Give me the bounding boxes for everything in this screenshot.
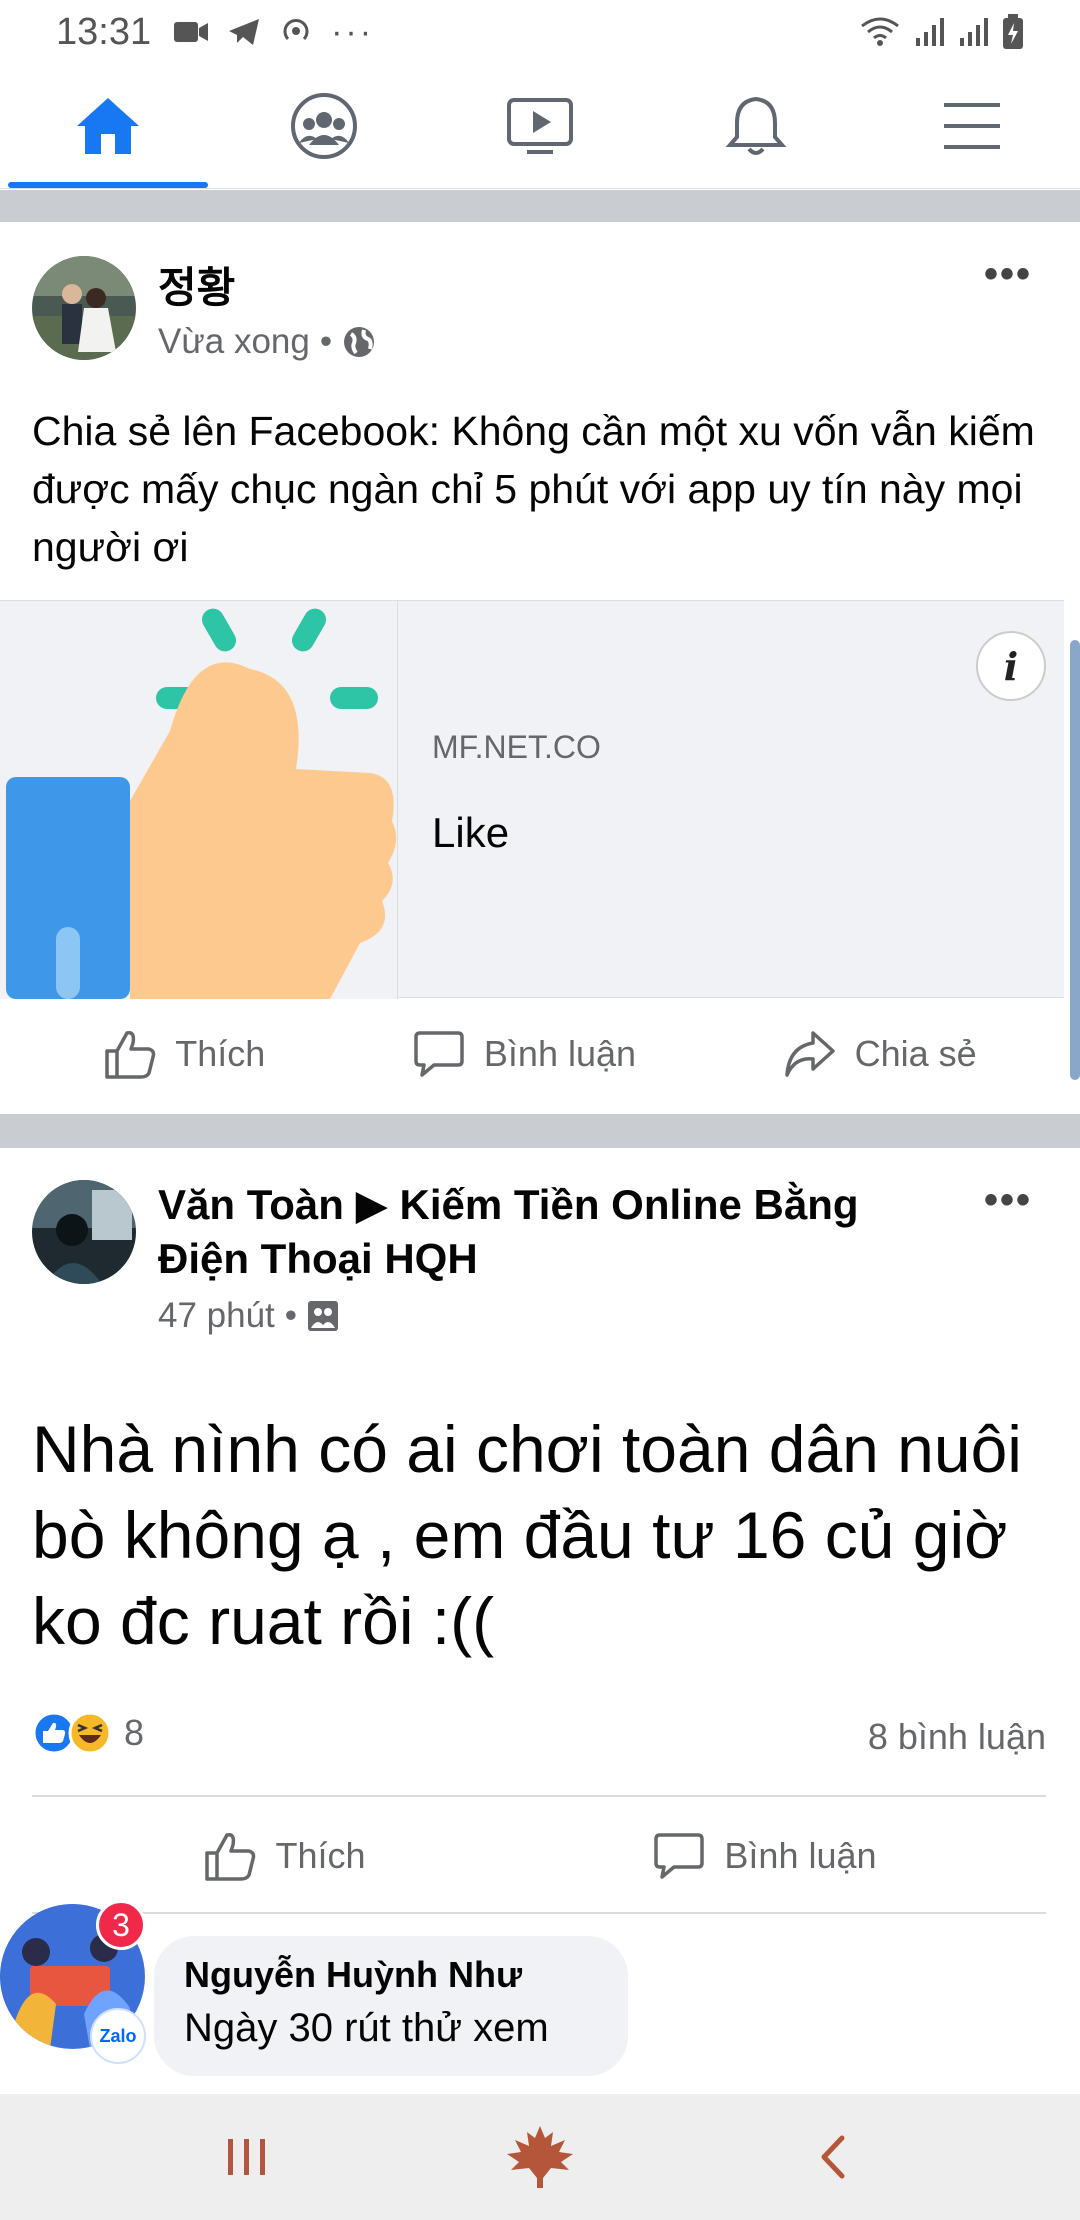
- like-button[interactable]: Thích: [203, 1829, 366, 1883]
- reaction-summary[interactable]: 8: [32, 1711, 144, 1755]
- comment-label: Bình luận: [483, 1033, 637, 1074]
- share-label: Chia sẻ: [854, 1033, 977, 1074]
- post-meta: Vừa xong •: [158, 322, 376, 362]
- back-icon: [821, 2135, 845, 2179]
- chat-head[interactable]: 3 Zalo: [0, 1900, 146, 2064]
- post-time[interactable]: 47 phút: [158, 1296, 275, 1336]
- status-bar: 13:31 ···: [0, 0, 1080, 64]
- wifi-icon: [861, 17, 899, 46]
- home-icon: [77, 98, 139, 154]
- chat-sender: Nguyễn Huỳnh Như: [184, 1954, 523, 1995]
- telegram-icon: [229, 19, 260, 45]
- post-card: 정황 Vừa xong • ••• Chia sẻ lên Facebook: …: [0, 222, 1080, 1112]
- like-label: Thích: [275, 1835, 366, 1876]
- menu-icon: [944, 103, 1000, 149]
- like-button[interactable]: Thích: [103, 1027, 265, 1081]
- system-nav-bar: [0, 2094, 1080, 2220]
- link-title: Like: [432, 809, 510, 856]
- hotspot-icon: [283, 19, 309, 41]
- post-actions: Thích Bình luận Chia sẻ: [0, 998, 1080, 1110]
- share-button[interactable]: Chia sẻ: [783, 1027, 977, 1081]
- tab-groups[interactable]: [216, 64, 432, 188]
- share-icon: [784, 1031, 835, 1077]
- post-author-name[interactable]: 정황: [158, 254, 235, 315]
- recent-apps-icon: [227, 2139, 265, 2175]
- tab-menu[interactable]: [864, 64, 1080, 188]
- divider: [32, 1912, 1046, 1914]
- top-nav: [0, 64, 1080, 189]
- clock: 13:31: [56, 10, 152, 53]
- like-label: Thích: [175, 1033, 266, 1074]
- comment-icon: [414, 1031, 464, 1077]
- chat-preview-bubble[interactable]: Nguyễn Huỳnh Như Ngày 30 rút thử xem: [154, 1936, 628, 2076]
- globe-icon: [344, 327, 375, 357]
- feed-separator: [0, 190, 1080, 222]
- thumbs-up-icon: [205, 1832, 256, 1881]
- divider: [32, 1795, 1046, 1797]
- bell-icon: [725, 96, 787, 155]
- signal-icon: [960, 18, 988, 46]
- post-actions: Thích Bình luận: [0, 1800, 1080, 1912]
- meta-dot: •: [284, 1296, 298, 1335]
- info-button[interactable]: i: [976, 631, 1046, 701]
- post-text: Chia sẻ lên Facebook: Không cần một xu v…: [32, 408, 1035, 570]
- comment-button[interactable]: Bình luận: [652, 1829, 877, 1883]
- comment-button[interactable]: Bình luận: [412, 1027, 636, 1081]
- link-thumbnail: [0, 601, 398, 999]
- comment-label: Bình luận: [724, 1835, 877, 1876]
- home-leaf-icon: [506, 2126, 573, 2188]
- tab-home[interactable]: [0, 64, 216, 188]
- link-domain: MF.NET.CO: [432, 729, 601, 765]
- home-button[interactable]: [480, 2117, 600, 2197]
- haha-reaction-icon: [68, 1711, 112, 1755]
- watch-icon: [507, 98, 573, 154]
- author-avatar[interactable]: [32, 1180, 136, 1284]
- battery-charging-icon: [1003, 14, 1023, 49]
- comment-count[interactable]: 8 bình luận: [868, 1716, 1046, 1758]
- back-button[interactable]: [773, 2117, 893, 2197]
- post-author-name[interactable]: Văn Toàn ▶ Kiếm Tiền Online Bằng Điện Th…: [158, 1178, 918, 1286]
- chat-message: Ngày 30 rút thử xem: [184, 2006, 549, 2050]
- zalo-icon: Zalo: [90, 2008, 146, 2064]
- author-avatar[interactable]: [32, 256, 136, 360]
- info-icon: i: [1003, 643, 1019, 689]
- post-options-button[interactable]: •••: [984, 1178, 1032, 1223]
- unread-badge: 3: [96, 1900, 146, 1950]
- post-text: Nhà nình có ai chơi toàn dân nuôi bò khô…: [32, 1412, 1022, 1658]
- scrollbar[interactable]: [1070, 640, 1080, 1080]
- more-dots-icon: ···: [331, 12, 375, 51]
- feed-separator: [0, 1114, 1080, 1148]
- signal-icon: [916, 18, 944, 46]
- tab-watch[interactable]: [432, 64, 648, 188]
- post-meta: 47 phút •: [158, 1296, 339, 1336]
- post-time[interactable]: Vừa xong: [158, 322, 310, 362]
- comment-icon: [654, 1833, 705, 1879]
- meta-dot: •: [319, 322, 333, 361]
- groups-icon: [291, 93, 357, 159]
- tab-notifications[interactable]: [648, 64, 864, 188]
- reaction-count: 8: [124, 1712, 145, 1753]
- group-icon: [308, 1301, 339, 1331]
- video-icon: [174, 22, 209, 42]
- thumbs-up-icon: [105, 1030, 156, 1079]
- recent-apps-button[interactable]: [187, 2117, 307, 2197]
- link-preview[interactable]: MF.NET.CO Like i: [0, 600, 1064, 999]
- post-options-button[interactable]: •••: [984, 252, 1032, 297]
